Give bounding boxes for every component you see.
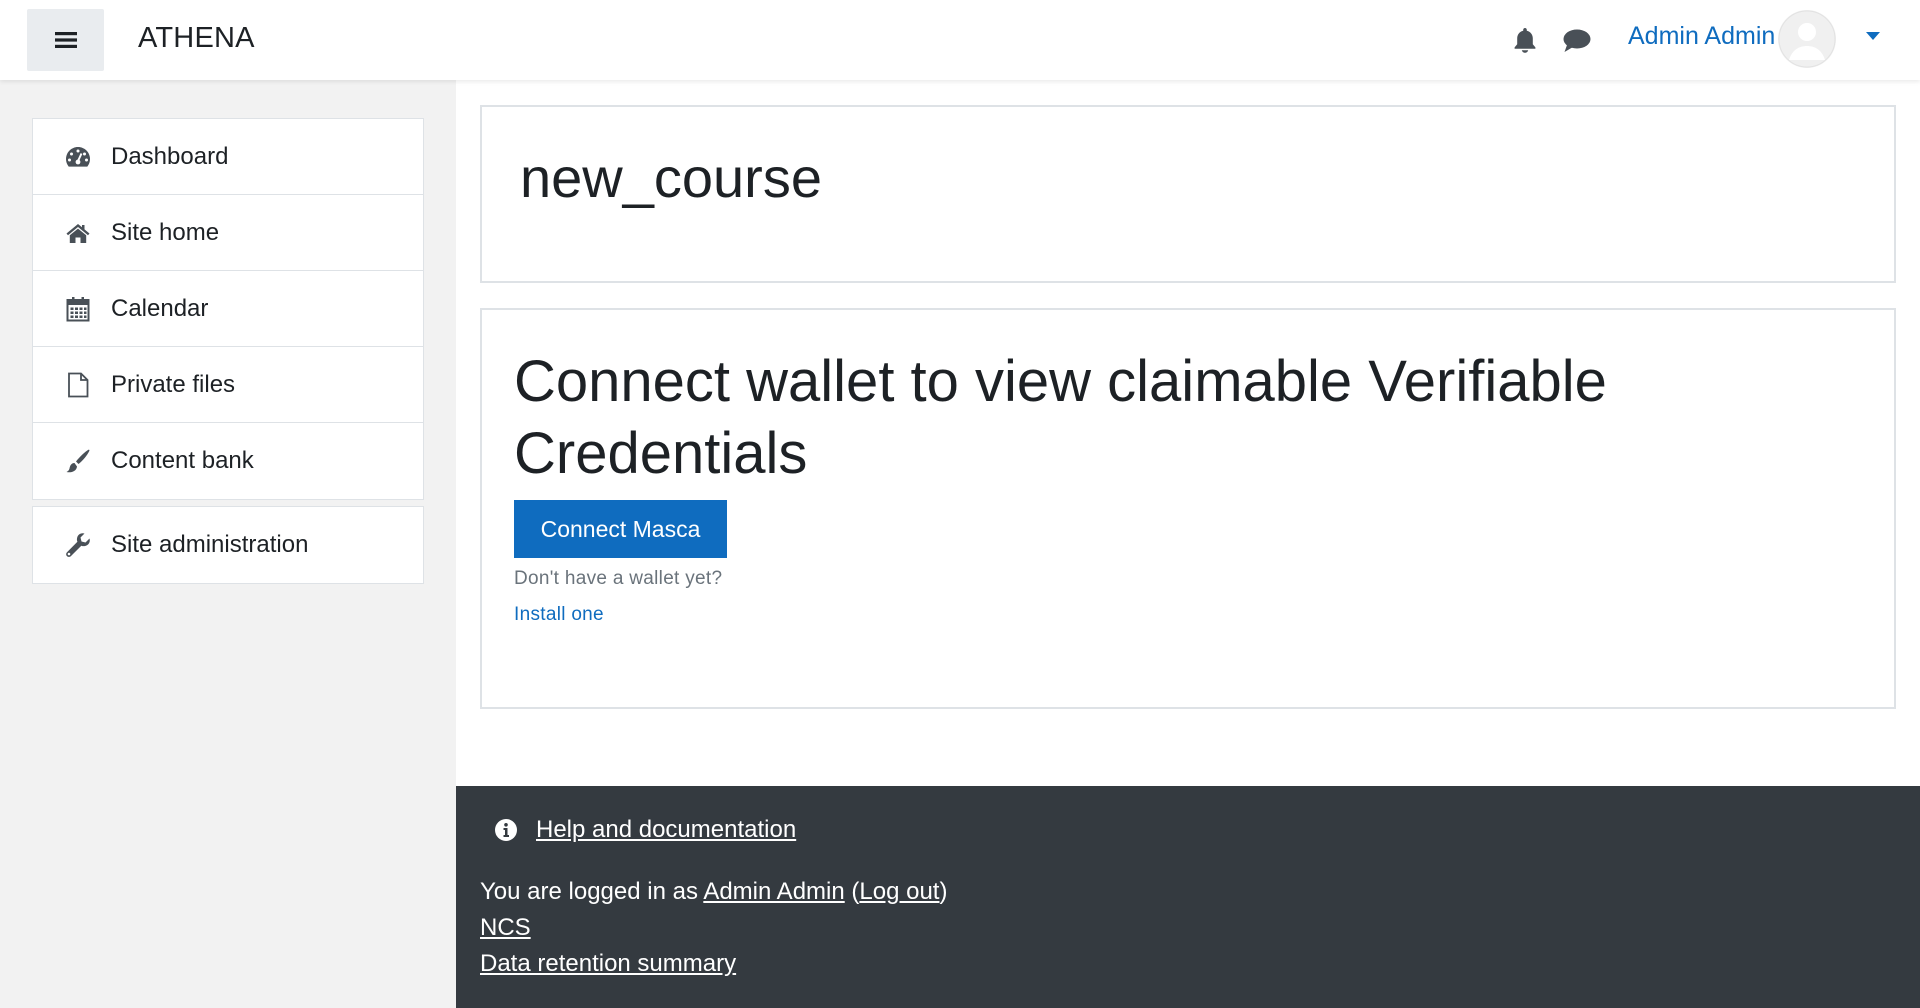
login-info: You are logged in as Admin Admin (Log ou… [480, 878, 947, 906]
help-documentation-link[interactable]: Help and documentation [536, 816, 796, 844]
sidebar-item-dashboard[interactable]: Dashboard [33, 119, 423, 195]
page-footer: Help and documentation You are logged in… [456, 786, 1920, 1008]
calendar-icon [65, 296, 91, 322]
logged-in-prefix: You are logged in as [480, 878, 704, 905]
drawer-toggle-button[interactable] [27, 9, 104, 71]
help-row: Help and documentation [494, 816, 796, 844]
home-icon [65, 220, 91, 246]
data-retention-line: Data retention summary [480, 950, 736, 978]
ncs-line: NCS [480, 914, 531, 942]
sidebar-item-label: Site home [111, 218, 220, 246]
nav-drawer: Dashboard Site home Calendar Private fil… [0, 80, 456, 1008]
sidebar-item-private-files[interactable]: Private files [33, 347, 423, 423]
page-title: new_course [520, 146, 822, 209]
sidebar-item-site-home[interactable]: Site home [33, 195, 423, 271]
top-navbar: ATHENA Admin Admin [0, 0, 1920, 80]
data-retention-link[interactable]: Data retention summary [480, 950, 736, 977]
install-wallet-link[interactable]: Install one [514, 604, 604, 626]
sidebar-item-label: Content bank [111, 447, 254, 474]
logged-in-user-link[interactable]: Admin Admin [703, 878, 844, 905]
sidebar-item-label: Dashboard [111, 142, 229, 170]
connect-masca-button[interactable]: Connect Masca [514, 500, 727, 558]
sidebar-item-calendar[interactable]: Calendar [33, 271, 423, 347]
sidebar-item-content-bank[interactable]: Content bank [33, 423, 423, 499]
course-header-card: new_course [480, 105, 1896, 283]
wallet-connect-card: Connect wallet to view claimable Verifia… [480, 308, 1896, 709]
logout-link[interactable]: Log out [859, 878, 939, 905]
default-user-icon [1778, 10, 1836, 68]
site-brand[interactable]: ATHENA [138, 22, 255, 55]
sidebar-item-label: Site administration [111, 531, 309, 558]
messages-button[interactable] [1562, 28, 1592, 59]
sidebar-item-label: Private files [111, 370, 236, 398]
chat-bubble-icon [1563, 29, 1591, 52]
sidebar-item-label: Calendar [111, 294, 209, 322]
ncs-link[interactable]: NCS [480, 914, 531, 941]
dashboard-gauge-icon [65, 144, 91, 170]
info-circle-icon [494, 818, 518, 842]
file-icon [65, 372, 91, 398]
notifications-button[interactable] [1512, 26, 1538, 59]
sidebar-item-site-administration[interactable]: Site administration [33, 507, 423, 583]
primary-nav-list: Dashboard Site home Calendar Private fil… [32, 118, 424, 500]
user-menu-name[interactable]: Admin Admin [1628, 22, 1775, 51]
bell-icon [1514, 28, 1536, 53]
no-wallet-hint: Don't have a wallet yet? [514, 568, 723, 589]
close-paren: ) [939, 878, 948, 905]
avatar[interactable] [1778, 10, 1836, 68]
wallet-connect-heading: Connect wallet to view claimable Verifia… [514, 349, 1607, 486]
paintbrush-icon [65, 448, 91, 474]
chevron-down-icon[interactable] [1866, 32, 1880, 40]
admin-nav-list: Site administration [32, 506, 424, 584]
open-paren: ( [844, 878, 860, 905]
wrench-icon [65, 532, 91, 558]
hamburger-menu-icon [54, 32, 77, 48]
